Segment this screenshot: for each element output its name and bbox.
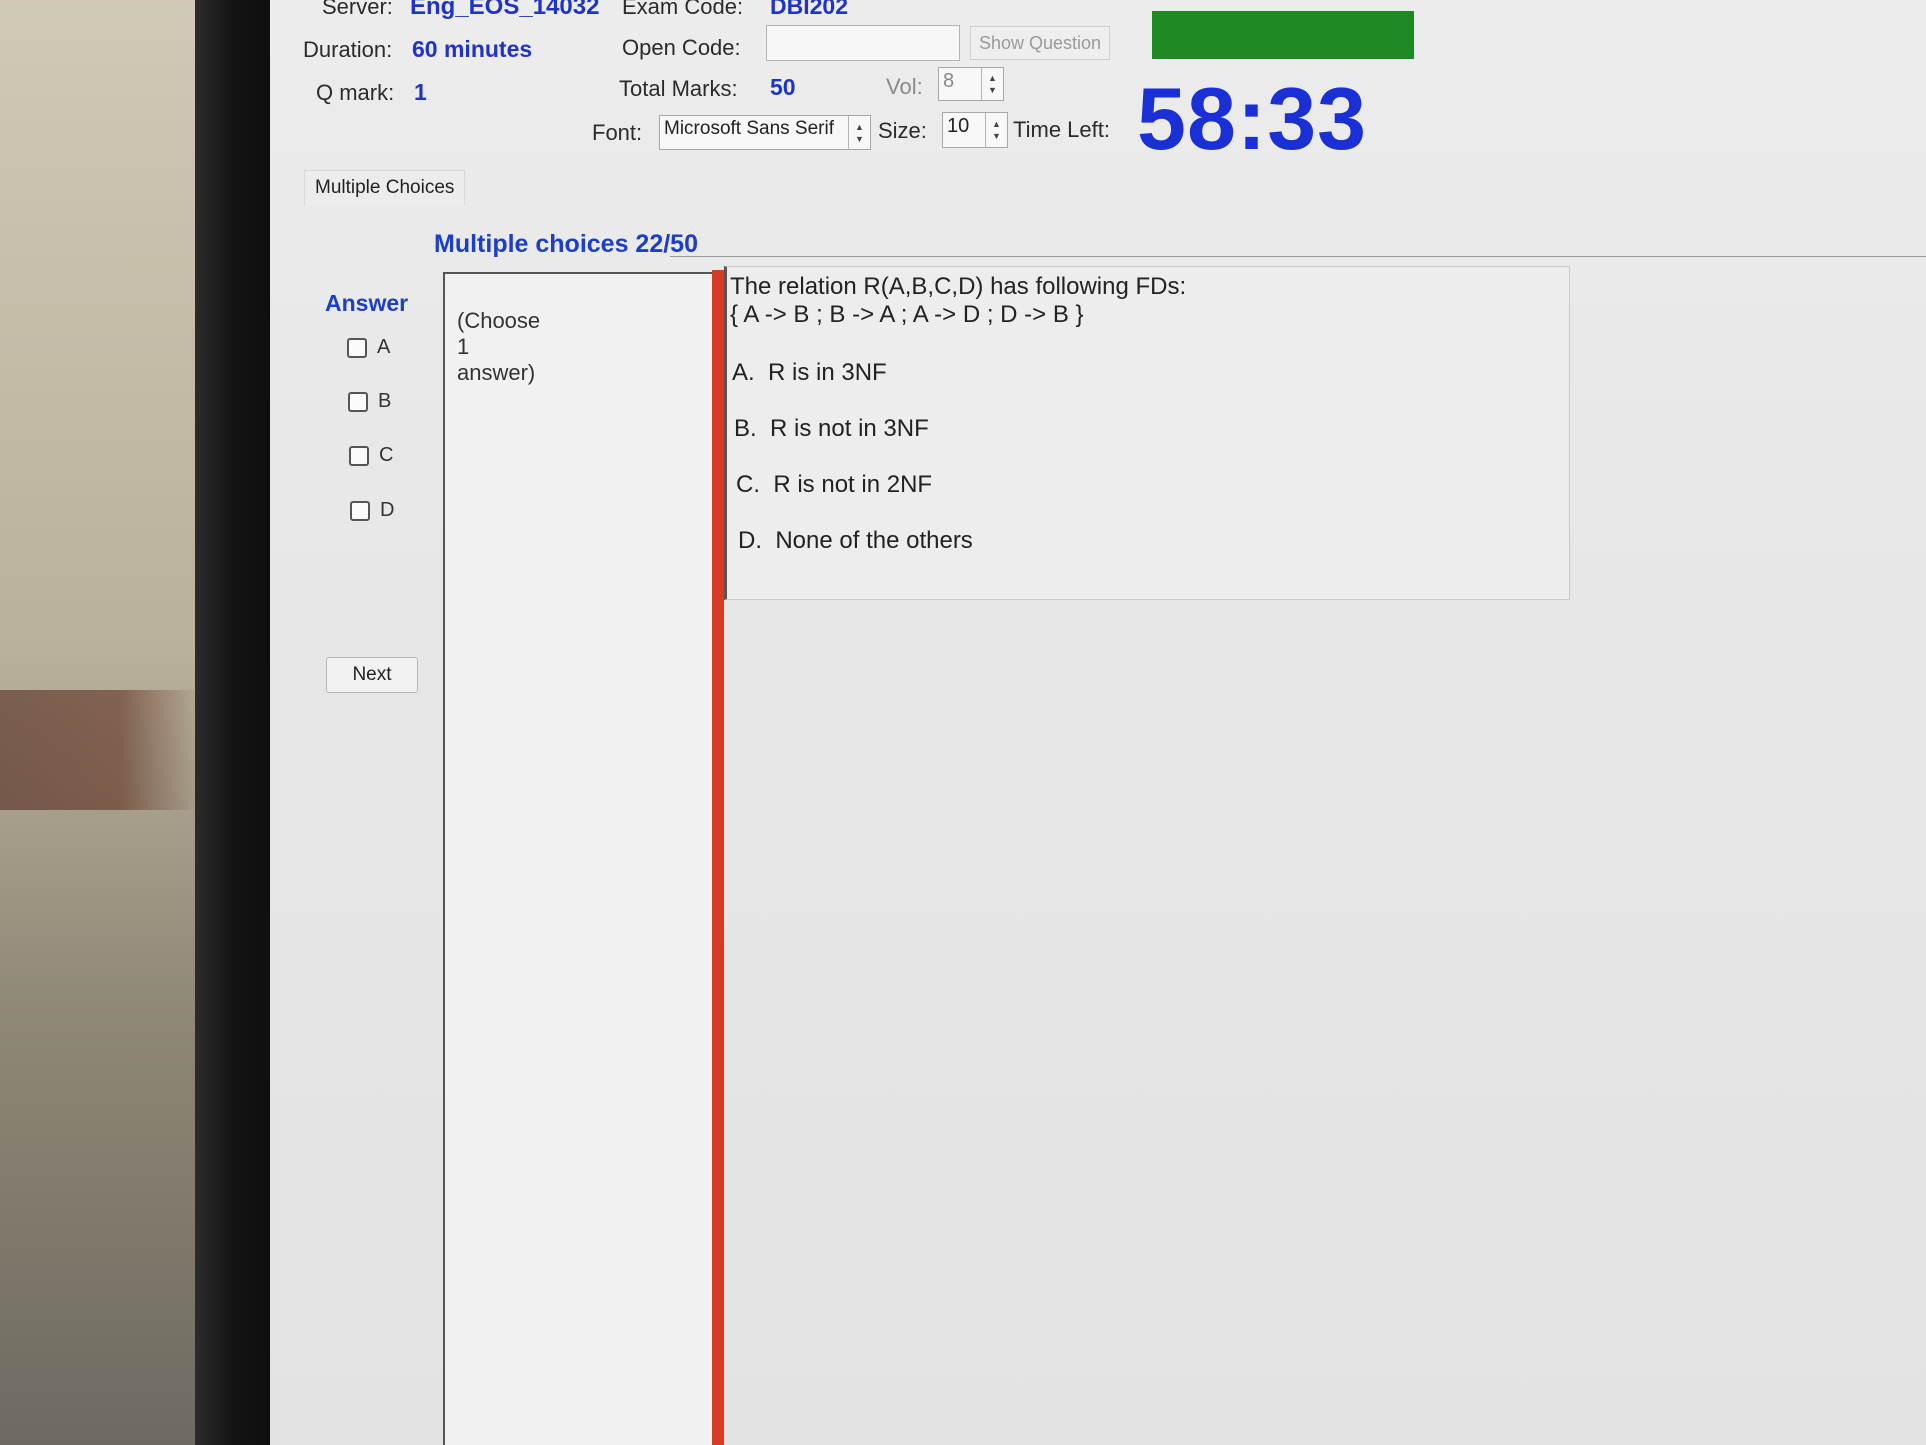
background-wall (0, 690, 200, 810)
duration-label: Duration: (303, 37, 393, 62)
vol-spinner[interactable]: 8 ▲ ▼ (938, 67, 1004, 101)
choice-b-text: R is not in 3NF (770, 415, 929, 442)
choice-d-text: None of the others (775, 527, 973, 554)
answer-option-d[interactable]: D (350, 499, 394, 522)
checkbox-d[interactable] (350, 500, 370, 521)
connection-status-bar (1152, 11, 1414, 59)
instruction-panel (443, 272, 713, 1445)
question-stem-line-1: The relation R(A,B,C,D) has following FD… (730, 273, 1187, 300)
checkbox-c-label: C (379, 444, 394, 466)
checkbox-b[interactable] (348, 391, 368, 412)
choice-c: C. R is not in 2NF (736, 471, 932, 499)
choice-b-letter: B. (734, 415, 757, 442)
instruction-text: (Choose 1 answer) (457, 308, 541, 385)
choice-a: A. R is in 3NF (732, 359, 887, 387)
server-label: Server: (322, 0, 393, 19)
checkbox-a-label: A (377, 336, 391, 358)
font-label: Font: (592, 120, 643, 145)
answer-option-c[interactable]: C (349, 444, 393, 467)
next-button[interactable]: Next (326, 657, 418, 693)
exam-client-window: Server: Eng_EOS_14032 Exam Code: DBI202 … (270, 0, 1926, 1445)
total-marks-label: Total Marks: (619, 76, 738, 101)
size-spinner[interactable]: 10 ▲ ▼ (942, 112, 1008, 148)
answer-option-a[interactable]: A (347, 336, 390, 359)
choice-a-letter: A. (732, 359, 755, 386)
checkbox-a[interactable] (347, 337, 367, 358)
choice-a-text: R is in 3NF (768, 359, 887, 386)
question-progress-title: Multiple choices 22/50 (434, 230, 698, 258)
font-selector[interactable]: Microsoft Sans Serif ▲ ▼ (659, 115, 871, 150)
vol-value: 8 (943, 70, 955, 92)
total-marks-value: 50 (770, 74, 796, 100)
q-mark-value: 1 (414, 79, 427, 105)
spinner-arrows-icon[interactable]: ▲ ▼ (981, 68, 1003, 100)
exam-code-value: DBI202 (770, 0, 848, 19)
checkbox-d-label: D (380, 499, 395, 521)
checkbox-c[interactable] (349, 445, 369, 466)
tab-multiple-choices[interactable]: Multiple Choices (304, 170, 466, 205)
choice-b: B. R is not in 3NF (734, 415, 929, 443)
choice-d-letter: D. (738, 527, 762, 554)
size-label: Size: (878, 118, 927, 143)
q-mark-label: Q mark: (316, 80, 395, 105)
vol-label: Vol: (886, 74, 923, 99)
choice-c-text: R is not in 2NF (773, 471, 933, 498)
answer-heading: Answer (325, 290, 409, 316)
show-question-button[interactable]: Show Question (970, 26, 1110, 60)
open-code-input[interactable] (766, 25, 960, 61)
checkbox-b-label: B (378, 390, 392, 412)
countdown-timer: 58:33 (1137, 69, 1368, 168)
splitter-bar[interactable] (712, 270, 724, 1445)
exam-code-label: Exam Code: (622, 0, 744, 19)
spinner-arrows-icon[interactable]: ▲ ▼ (985, 113, 1007, 147)
open-code-label: Open Code: (622, 35, 741, 60)
font-value: Microsoft Sans Serif (664, 118, 834, 139)
question-stem-line-2: { A -> B ; B -> A ; A -> D ; D -> B } (730, 301, 1084, 328)
size-value: 10 (947, 115, 970, 137)
duration-value: 60 minutes (412, 36, 533, 62)
choice-c-letter: C. (736, 471, 760, 498)
spinner-arrows-icon[interactable]: ▲ ▼ (848, 116, 870, 149)
tab-divider (670, 256, 1926, 257)
choice-d: D. None of the others (738, 527, 973, 555)
server-value: Eng_EOS_14032 (410, 0, 600, 20)
time-left-label: Time Left: (1013, 117, 1110, 142)
answer-option-b[interactable]: B (348, 390, 391, 413)
